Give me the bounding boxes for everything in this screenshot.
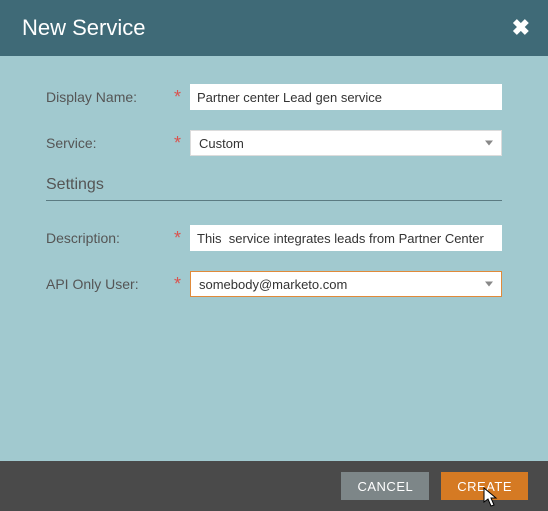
- description-row: Description: *: [46, 225, 502, 251]
- settings-divider: [46, 200, 502, 201]
- display-name-input[interactable]: [190, 84, 502, 110]
- required-mark: *: [174, 88, 188, 106]
- api-only-user-select[interactable]: somebody@marketo.com: [190, 271, 502, 297]
- new-service-dialog: New Service ✖ Display Name: * Service: *…: [0, 0, 548, 511]
- description-input[interactable]: [190, 225, 502, 251]
- dialog-footer: CANCEL CREATE: [0, 461, 548, 511]
- cancel-button[interactable]: CANCEL: [341, 472, 429, 500]
- description-field: [190, 225, 502, 251]
- api-only-user-label: API Only User:: [46, 276, 174, 292]
- close-icon[interactable]: ✖: [512, 17, 530, 39]
- service-select-value: Custom: [199, 136, 244, 151]
- required-mark: *: [174, 134, 188, 152]
- required-mark: *: [174, 229, 188, 247]
- dialog-body: Display Name: * Service: * Custom Settin…: [0, 56, 548, 461]
- service-label: Service:: [46, 135, 174, 151]
- description-label: Description:: [46, 230, 174, 246]
- chevron-down-icon: [485, 141, 493, 146]
- api-only-user-field: somebody@marketo.com: [190, 271, 502, 297]
- required-mark: *: [174, 275, 188, 293]
- chevron-down-icon: [485, 282, 493, 287]
- service-select[interactable]: Custom: [190, 130, 502, 156]
- display-name-label: Display Name:: [46, 89, 174, 105]
- dialog-title: New Service: [22, 15, 512, 41]
- api-only-user-row: API Only User: * somebody@marketo.com: [46, 271, 502, 297]
- create-button[interactable]: CREATE: [441, 472, 528, 500]
- settings-heading: Settings: [46, 176, 502, 194]
- dialog-header: New Service ✖: [0, 0, 548, 56]
- service-field: Custom: [190, 130, 502, 156]
- api-only-user-value: somebody@marketo.com: [199, 277, 347, 292]
- display-name-field: [190, 84, 502, 110]
- display-name-row: Display Name: *: [46, 84, 502, 110]
- service-row: Service: * Custom: [46, 130, 502, 156]
